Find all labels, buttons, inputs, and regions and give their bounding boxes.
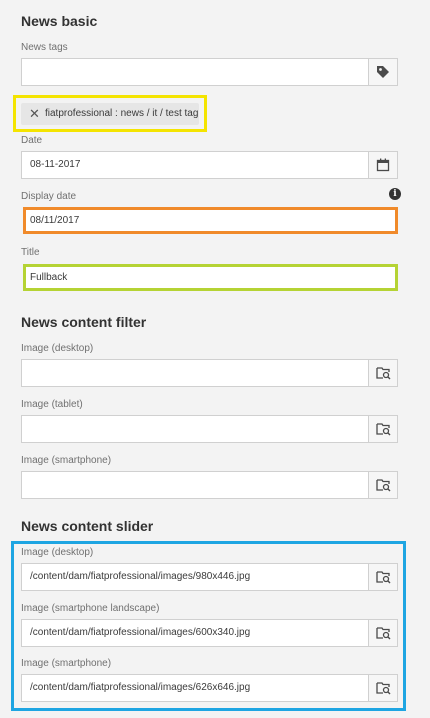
filter-image-desktop-field[interactable] xyxy=(21,359,398,387)
browse-asset-icon xyxy=(375,627,390,640)
info-icon[interactable]: i xyxy=(389,188,401,200)
display-date-label: Display date xyxy=(21,191,77,202)
browse-asset-icon xyxy=(375,682,390,695)
slider-image-smartphone-label: Image (smartphone) xyxy=(21,658,112,669)
title-input[interactable]: Fullback xyxy=(30,267,67,288)
slider-image-smartphone-input[interactable]: /content/dam/fiatprofessional/images/626… xyxy=(30,675,250,701)
filter-image-tablet-label: Image (tablet) xyxy=(21,399,83,410)
slider-image-smartphone-browse-button[interactable] xyxy=(368,675,397,701)
slider-image-smartphone-field[interactable]: /content/dam/fiatprofessional/images/626… xyxy=(21,674,398,702)
slider-image-smartphone-landscape-field[interactable]: /content/dam/fiatprofessional/images/600… xyxy=(21,619,398,647)
section-title-news-content-slider: News content slider xyxy=(21,518,154,534)
filter-image-smartphone-label: Image (smartphone) xyxy=(21,455,112,466)
slider-image-desktop-label: Image (desktop) xyxy=(21,547,94,558)
news-tags-field[interactable] xyxy=(21,58,398,86)
section-title-news-content-filter: News content filter xyxy=(21,314,147,330)
close-icon[interactable]: ✕ xyxy=(29,103,40,125)
title-field[interactable]: Fullback xyxy=(26,267,395,288)
display-date-field[interactable]: 08/11/2017 xyxy=(26,210,395,231)
filter-image-tablet-field[interactable] xyxy=(21,415,398,443)
slider-image-desktop-input[interactable]: /content/dam/fiatprofessional/images/980… xyxy=(30,564,250,590)
browse-asset-icon xyxy=(375,367,390,380)
filter-image-desktop-browse-button[interactable] xyxy=(368,360,397,386)
browse-asset-icon xyxy=(375,571,390,584)
news-tags-label: News tags xyxy=(21,42,68,53)
filter-image-desktop-label: Image (desktop) xyxy=(21,343,94,354)
section-title-news-basic: News basic xyxy=(21,13,98,29)
browse-asset-icon xyxy=(375,479,390,492)
filter-image-tablet-browse-button[interactable] xyxy=(368,416,397,442)
filter-image-smartphone-browse-button[interactable] xyxy=(368,472,397,498)
browse-asset-icon xyxy=(375,423,390,436)
date-field[interactable]: 08-11-2017 xyxy=(21,151,398,179)
date-label: Date xyxy=(21,135,43,146)
slider-image-smartphone-landscape-input[interactable]: /content/dam/fiatprofessional/images/600… xyxy=(30,620,250,646)
slider-image-smartphone-landscape-browse-button[interactable] xyxy=(368,620,397,646)
tag-chip[interactable]: ✕ fiatprofessional : news / it / test ta… xyxy=(21,103,199,125)
tag-chip-label: fiatprofessional : news / it / test tag xyxy=(45,108,199,119)
slider-image-desktop-browse-button[interactable] xyxy=(368,564,397,590)
filter-image-smartphone-field[interactable] xyxy=(21,471,398,499)
slider-image-smartphone-landscape-label: Image (smartphone landscape) xyxy=(21,603,160,614)
tag-icon xyxy=(377,66,389,78)
display-date-input[interactable]: 08/11/2017 xyxy=(30,210,79,231)
calendar-icon xyxy=(376,158,390,172)
slider-image-desktop-field[interactable]: /content/dam/fiatprofessional/images/980… xyxy=(21,563,398,591)
tag-picker-button[interactable] xyxy=(368,59,397,85)
date-input[interactable]: 08-11-2017 xyxy=(30,152,80,178)
calendar-button[interactable] xyxy=(368,152,397,178)
title-label: Title xyxy=(21,247,40,258)
